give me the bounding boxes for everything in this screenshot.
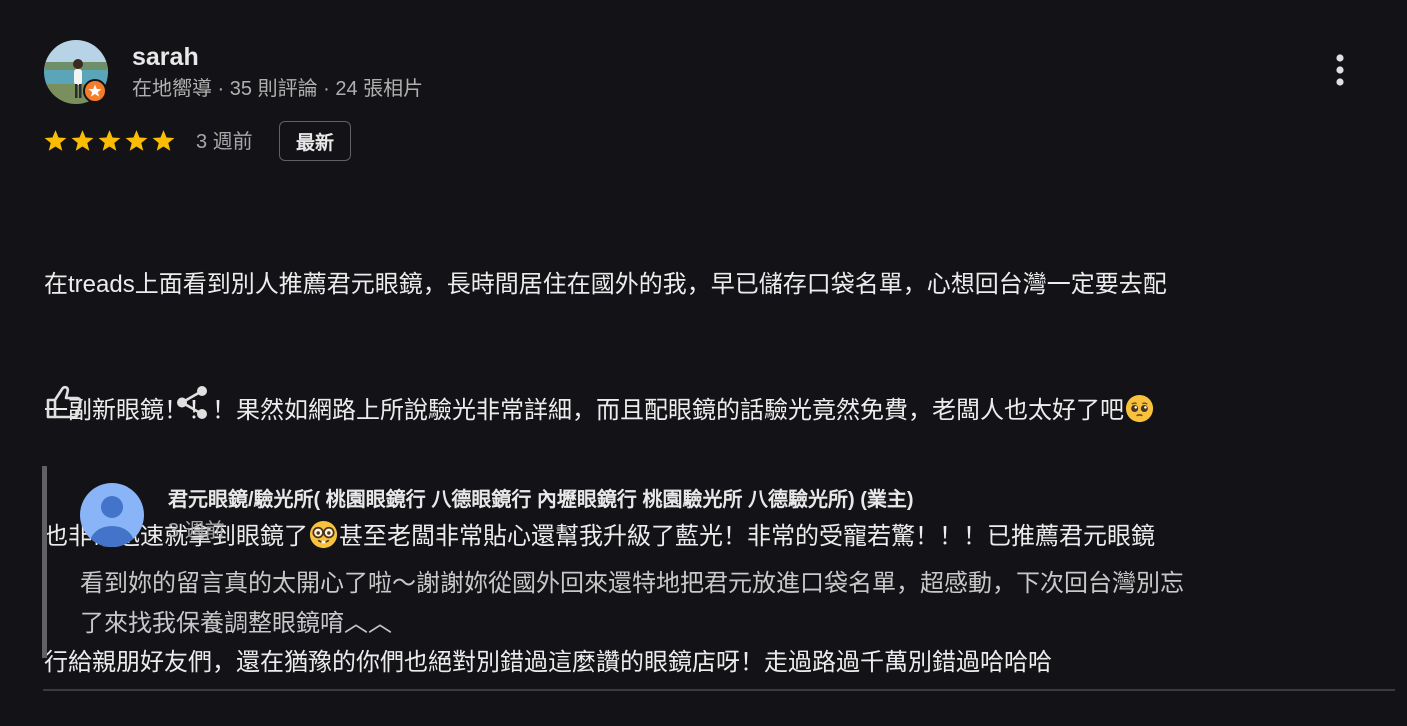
star-icon [43,127,68,155]
share-icon [177,386,207,419]
star-icon [151,127,176,155]
review-time: 3 週前 [196,131,253,153]
star-icon [124,127,149,155]
share-button[interactable] [170,380,216,426]
thumbs-up-icon [46,385,82,419]
review-divider [43,689,1395,691]
star-icon [70,127,95,155]
local-guide-badge-icon [83,79,107,103]
review-text-line: 行給親朋好友們，還在猶豫的你們也絕對別錯過這麼讚的眼鏡店呀！走過路過千萬別錯過哈… [44,649,1052,676]
owner-reply-line: 看到妳的留言真的太開心了啦～謝謝妳從國外回來還特地把君元放進口袋名單，超感動，下… [80,570,1184,597]
owner-reply-divider [42,466,47,658]
like-button[interactable] [42,380,88,426]
owner-reply-text: 看到妳的留言真的太開心了啦～謝謝妳從國外回來還特地把君元放進口袋名單，超感動，下… [80,564,1380,644]
person-icon [80,483,144,547]
newest-badge: 最新 [279,121,351,161]
owner-reply-time: 3 週前 [168,520,225,542]
review-text-line: 一副新眼鏡！！！果然如網路上所說驗光非常詳細，而且配眼鏡的話驗光竟然免費，老闆人… [44,390,1374,432]
review-text-line: 也非常迅速就拿到眼鏡了 甚至老闆非常貼心還幫我升級了藍光！非常的受寵若驚！！！已… [44,516,1374,558]
star-rating [43,127,176,155]
reviewer-name[interactable]: sarah [132,42,199,72]
more-options-button[interactable] [1324,50,1356,90]
pleading-face-emoji [1125,394,1154,423]
owner-avatar [80,483,144,547]
nerd-face-emoji [309,520,338,549]
owner-name: 君元眼鏡/驗光所( 桃園眼鏡行 八德眼鏡行 內壢眼鏡行 桃園驗光所 八德驗光所)… [168,489,914,511]
review-text: 在treads上面看到別人推薦君元眼鏡，長時間居住在國外的我，早已儲存口袋名單，… [44,180,1374,726]
more-vert-icon [1336,54,1344,86]
owner-reply-line: 了來找我保養調整眼鏡唷︿︿ [80,610,392,637]
reviewer-meta: 在地嚮導 · 35 則評論 · 24 張相片 [132,78,424,100]
review-text-line: 在treads上面看到別人推薦君元眼鏡，長時間居住在國外的我，早已儲存口袋名單，… [44,271,1167,298]
star-icon [97,127,122,155]
